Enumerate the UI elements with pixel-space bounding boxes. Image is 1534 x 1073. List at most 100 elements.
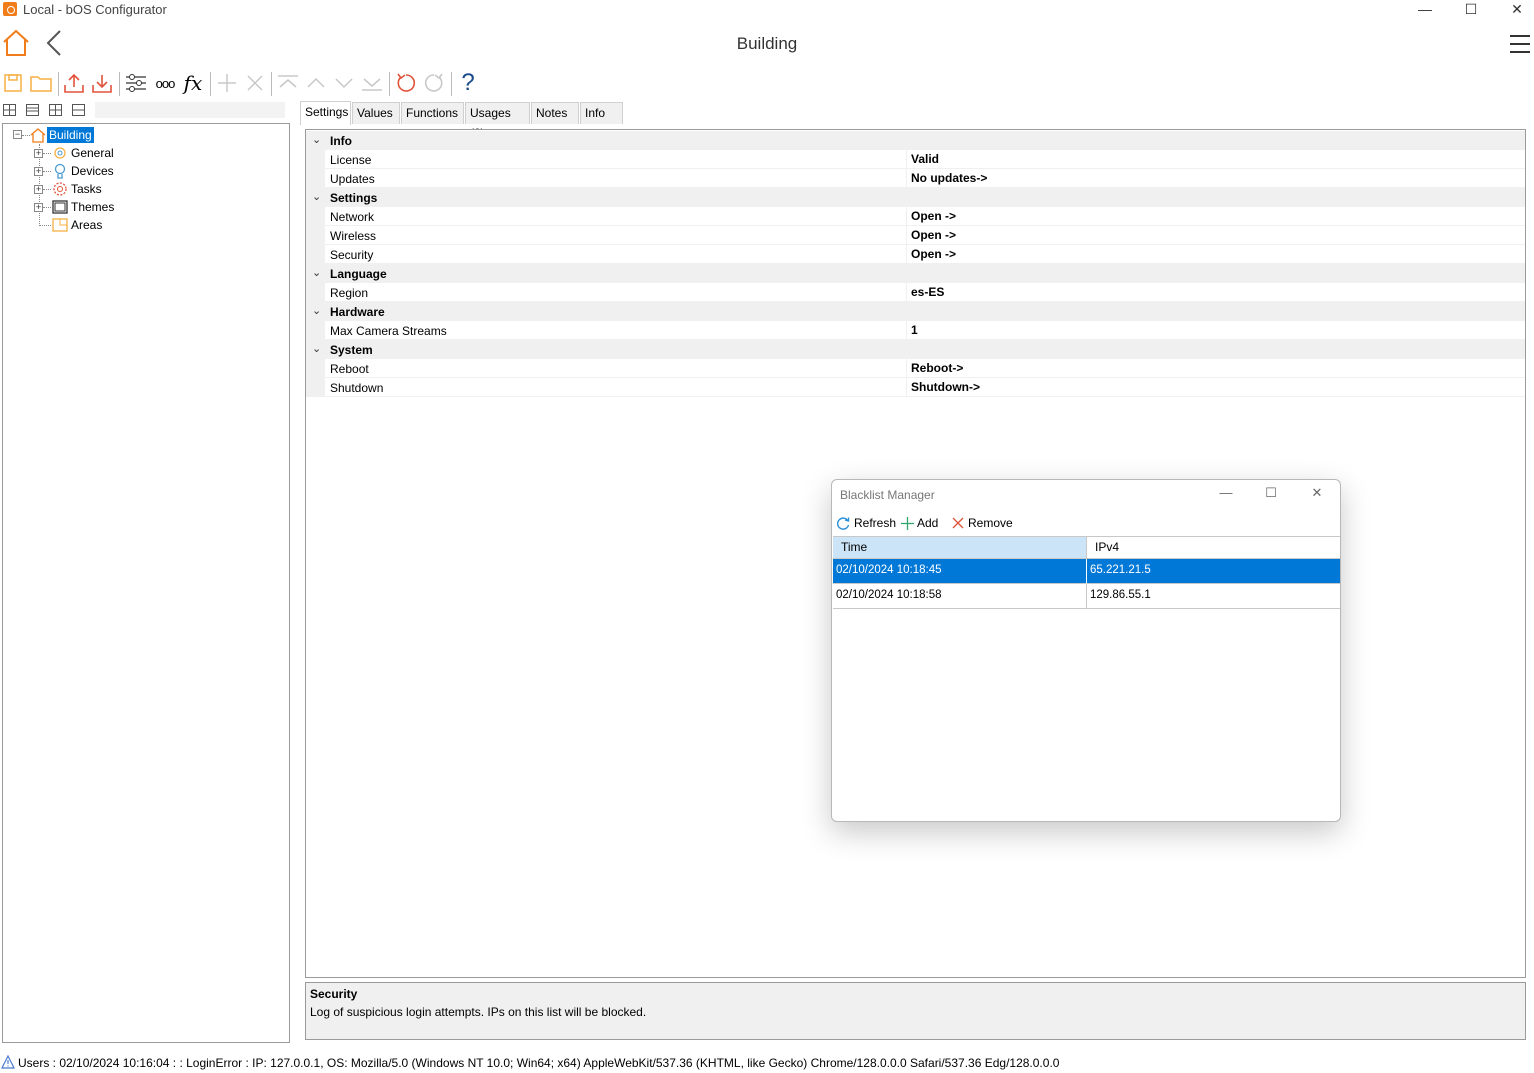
remove-button[interactable]: Remove [951,514,1013,532]
tree-expand-toggle[interactable]: + [34,185,43,194]
cell-time: 02/10/2024 10:18:45 [836,564,942,576]
tree-item-devices[interactable]: Devices [51,162,116,180]
remove-icon [952,517,964,529]
minimize-button[interactable]: — [1402,0,1448,20]
tree-item-label: Devices [71,164,114,178]
property-row-wireless[interactable]: Wireless Open -> [306,226,1525,245]
category-hardware[interactable]: ⌄ Hardware [306,302,1525,321]
chevron-down-icon[interactable]: ⌄ [312,304,321,317]
hamburger-menu-icon[interactable] [1509,34,1531,54]
home-icon [30,128,46,143]
category-label: Language [330,267,387,281]
upload-icon[interactable] [61,68,87,98]
property-value[interactable]: es-ES [911,285,944,299]
category-info[interactable]: ⌄ Info [306,131,1525,150]
property-value[interactable]: Shutdown-> [911,380,980,394]
tree-connector [43,189,51,190]
dialog-minimize-button[interactable]: — [1206,484,1246,504]
refresh-button[interactable]: Refresh [836,514,896,532]
tab-functions[interactable]: Functions [401,102,464,124]
dialog-maximize-button[interactable]: ☐ [1251,484,1291,504]
chevron-down-icon[interactable]: ⌄ [312,133,321,146]
function-icon[interactable]: fx [180,68,206,98]
toolbar-separator [119,72,120,96]
close-button[interactable]: ✕ [1494,0,1534,20]
delete-icon[interactable] [242,68,268,98]
tree-item-general[interactable]: General [51,144,116,162]
app-header: Building [0,20,1534,66]
redo-icon[interactable] [421,68,447,98]
cell-ipv4: 129.86.55.1 [1090,589,1151,601]
more-dots-icon[interactable]: ooo [152,68,178,98]
property-value[interactable]: Open -> [911,247,956,261]
chevron-down-icon[interactable]: ⌄ [312,190,321,203]
property-value[interactable]: 1 [911,323,918,337]
download-icon[interactable] [89,68,115,98]
collapse-level-icon[interactable] [26,104,39,116]
move-down-icon[interactable] [331,68,357,98]
page-title: Building [736,34,798,53]
property-value[interactable]: Reboot-> [911,361,963,375]
move-bottom-icon[interactable] [359,68,385,98]
property-row-license[interactable]: License Valid [306,150,1525,169]
column-header-ipv4[interactable]: IPv4 [1087,537,1340,559]
property-value[interactable]: No updates-> [911,171,987,185]
tree-item-label: Themes [71,200,115,214]
open-folder-icon[interactable] [28,68,54,98]
tree-expand-toggle[interactable]: + [34,203,43,212]
property-value[interactable]: Open -> [911,228,956,242]
category-language[interactable]: ⌄ Language [306,264,1525,283]
column-header-time[interactable]: Time [833,537,1087,559]
dialog-close-button[interactable]: ✕ [1297,484,1337,504]
expand-all-icon[interactable] [3,104,16,116]
chevron-down-icon[interactable]: ⌄ [312,342,321,355]
settings-sliders-icon[interactable] [123,68,149,98]
refresh-label: Refresh [854,516,897,530]
move-up-icon[interactable] [303,68,329,98]
tab-notes[interactable]: Notes [531,102,579,124]
property-row-network[interactable]: Network Open -> [306,207,1525,226]
property-row-shutdown[interactable]: Shutdown Shutdown-> [306,378,1525,397]
property-value[interactable]: Open -> [911,209,956,223]
table-row[interactable]: 02/10/2024 10:18:45 65.221.21.5 [833,559,1340,584]
tree-item-building[interactable]: Building [29,126,94,144]
add-icon[interactable] [214,68,240,98]
property-row-max-camera-streams[interactable]: Max Camera Streams 1 [306,321,1525,340]
tree-item-tasks[interactable]: Tasks [51,180,104,198]
tree-item-areas[interactable]: Areas [51,216,104,234]
add-button[interactable]: Add [900,514,938,532]
property-row-reboot[interactable]: Reboot Reboot-> [306,359,1525,378]
collapse-icon[interactable] [72,104,85,116]
category-settings[interactable]: ⌄ Settings [306,188,1525,207]
description-title: Security [310,987,358,1001]
property-row-security[interactable]: Security Open -> [306,245,1525,264]
chevron-down-icon[interactable]: ⌄ [312,266,321,279]
tab-info[interactable]: Info [580,102,623,124]
tab-usages[interactable]: Usages (0) [465,102,530,140]
category-label: System [330,343,373,357]
tree-expand-toggle[interactable]: + [34,167,43,176]
category-label: Settings [330,191,378,205]
tree-search-input[interactable] [95,102,285,118]
save-icon[interactable] [0,68,26,98]
maximize-button[interactable]: ☐ [1448,0,1494,20]
property-row-region[interactable]: Region es-ES [306,283,1525,302]
tree-collapse-toggle[interactable]: − [13,130,22,139]
table-row[interactable]: 02/10/2024 10:18:58 129.86.55.1 [833,584,1340,609]
blacklist-table: Time IPv4 02/10/2024 10:18:45 65.221.21.… [833,536,1340,821]
tree-item-themes[interactable]: Themes [51,198,116,216]
move-top-icon[interactable] [275,68,301,98]
property-name: Region [330,286,369,300]
expand-icon[interactable] [49,104,62,116]
tree-expand-toggle[interactable]: + [34,149,43,158]
tree-connector [43,207,51,208]
add-label: Add [917,516,939,530]
window-icon [52,200,68,214]
category-system[interactable]: ⌄ System [306,340,1525,359]
property-row-updates[interactable]: Updates No updates-> [306,169,1525,188]
undo-icon[interactable] [393,68,419,98]
tab-settings[interactable]: Settings [300,101,351,125]
app-logo-icon [3,2,17,16]
help-icon[interactable]: ? [455,68,481,98]
tab-values[interactable]: Values [352,102,400,124]
